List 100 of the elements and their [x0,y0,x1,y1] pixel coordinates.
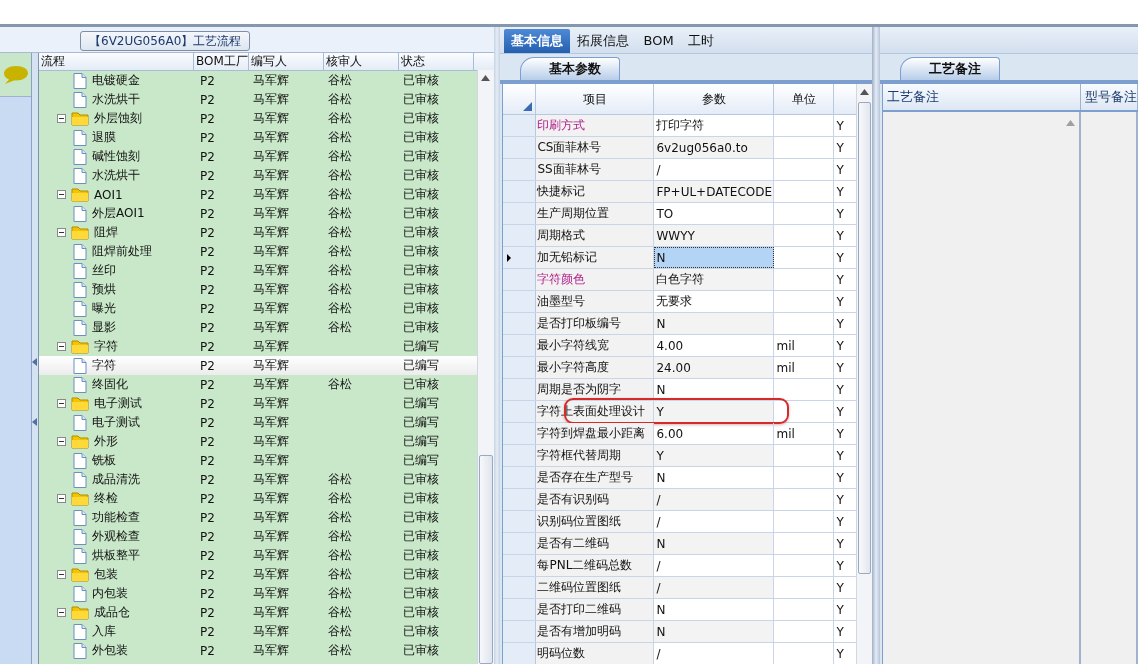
collapse-icon[interactable] [57,190,66,199]
tree-row[interactable]: 铣板 P2 马军辉 已编写 [39,451,477,470]
tree-row[interactable]: 外观检查 P2 马军辉 谷松 已审核 [39,527,477,546]
grid-row[interactable]: 加无铅标记 N Y [503,247,859,269]
scrollbar-thumb[interactable] [858,102,872,574]
grid-row[interactable]: 最小字符线宽 4.00 mil Y [503,335,859,357]
table-cell[interactable]: N [654,379,775,400]
tree-row[interactable]: 阻焊前处理 P2 马军辉 谷松 已审核 [39,242,477,261]
scroll-up-icon[interactable] [860,89,870,95]
collapse-icon[interactable] [57,570,66,579]
table-cell[interactable]: / [654,555,775,576]
grid-row[interactable]: 最小字符高度 24.00 mil Y [503,357,859,379]
column-header[interactable]: 单位 [774,84,835,114]
grid-row[interactable]: 是否有增加明码 N Y [503,621,859,643]
tree-row[interactable]: 外形 P2 马军辉 已编写 [39,432,477,451]
tree-row[interactable]: 烘板整平 P2 马军辉 谷松 已审核 [39,546,477,565]
grid-row[interactable]: 是否存在生产型号 N Y [503,467,859,489]
collapse-icon[interactable] [57,399,66,408]
tab[interactable]: 工艺备注 [900,57,1000,80]
column-header[interactable]: 项目 [536,84,655,114]
grid-row[interactable]: CS面菲林号 6v2ug056a0.to Y [503,137,859,159]
tree-row[interactable]: 电子测试 P2 马军辉 已编写 [39,413,477,432]
tree-row[interactable]: 电镀硬金 P2 马军辉 谷松 已审核 [39,71,477,90]
table-cell[interactable]: FP+UL+DATECODE [654,181,775,202]
tree-row[interactable]: 入库 P2 马军辉 谷松 已审核 [39,622,477,641]
tab[interactable]: 基本信息 [504,29,571,53]
tab[interactable]: 基本参数 [520,57,621,80]
table-cell[interactable]: N [654,533,775,554]
column-header[interactable]: 参数 [654,84,775,114]
column-header[interactable]: 状态 [399,53,474,70]
table-cell[interactable]: Y [654,401,775,422]
collapse-icon[interactable] [57,114,66,123]
grid-row[interactable]: 是否有识别码 / Y [503,489,859,511]
column-header[interactable]: 工艺备注 [883,84,1081,110]
tree-row[interactable]: 内包装 P2 马军辉 谷松 已审核 [39,584,477,603]
grid-row[interactable]: 生产周期位置 TO Y [503,203,859,225]
row-header[interactable] [503,247,537,268]
tree-row[interactable]: 外包装 P2 马军辉 谷松 已审核 [39,641,477,660]
tree-row[interactable]: 水洗烘干 P2 马军辉 谷松 已审核 [39,166,477,185]
tree-row[interactable]: 终检 P2 马军辉 谷松 已审核 [39,489,477,508]
tree-row[interactable]: 电子测试 P2 马军辉 已编写 [39,394,477,413]
scrollbar-thumb[interactable] [478,455,493,664]
grid-row[interactable]: 油墨型号 无要求 Y [503,291,859,313]
column-header[interactable]: BOM工厂 [194,53,249,70]
grid-row[interactable]: 明码位数 / Y [503,643,859,664]
table-cell[interactable]: / [654,511,775,532]
grid-row[interactable]: 是否有二维码 N Y [503,533,859,555]
tree-row[interactable]: 碱性蚀刻 P2 马军辉 谷松 已审核 [39,147,477,166]
grid-row[interactable]: 印刷方式 打印字符 Y [503,115,859,137]
table-cell[interactable]: 打印字符 [654,115,775,136]
table-cell[interactable]: WWYY [654,225,775,246]
scrollbar[interactable] [856,84,873,664]
column-header[interactable]: 流程 [39,53,194,70]
table-cell[interactable]: / [654,489,775,510]
grid-row[interactable]: 二维码位置图纸 / Y [503,577,859,599]
tab[interactable]: 工时 [680,29,721,53]
tree-row[interactable]: 成品清洗 P2 马军辉 谷松 已审核 [39,470,477,489]
table-cell[interactable]: 6v2ug056a0.to [654,137,775,158]
collapse-arrow-icon[interactable] [32,358,37,366]
tab[interactable]: 拓展信息 [570,29,637,53]
table-cell[interactable]: N [654,247,775,268]
collapse-icon[interactable] [57,437,66,446]
table-cell[interactable]: / [654,643,775,664]
speech-bubble-icon[interactable] [2,64,29,85]
column-header[interactable]: 核审人 [324,53,399,70]
table-cell[interactable]: 24.00 [654,357,775,378]
table-cell[interactable]: N [654,467,775,488]
table-cell[interactable]: 6.00 [654,423,775,444]
table-cell[interactable]: 白色字符 [654,269,775,290]
tree-row[interactable]: 退膜 P2 马军辉 谷松 已审核 [39,128,477,147]
table-cell[interactable]: N [654,621,775,642]
collapse-icon[interactable] [57,342,66,351]
tree-row[interactable]: 曝光 P2 马军辉 谷松 已审核 [39,299,477,318]
table-cell[interactable]: / [654,159,775,180]
table-cell[interactable]: Y [654,445,775,466]
tree-row[interactable]: 外层蚀刻 P2 马军辉 谷松 已审核 [39,109,477,128]
collapse-icon[interactable] [57,608,66,617]
scrollbar[interactable] [476,70,494,664]
grid-row[interactable]: 字符颜色 白色字符 Y [503,269,859,291]
collapse-icon[interactable] [57,228,66,237]
table-cell[interactable]: TO [654,203,775,224]
grid-row[interactable]: 是否打印二维码 N Y [503,599,859,621]
scroll-up-icon[interactable] [480,75,490,81]
column-header[interactable]: 型号备注 [1081,84,1138,110]
splitter-handle[interactable] [872,27,880,664]
table-cell[interactable]: 无要求 [654,291,775,312]
splitter-handle[interactable] [493,27,501,664]
grid-row[interactable]: SS面菲林号 / Y [503,159,859,181]
grid-row[interactable]: 是否打印板编号 N Y [503,313,859,335]
tab[interactable]: BOM [636,29,681,53]
tree-row[interactable]: 预烘 P2 马军辉 谷松 已审核 [39,280,477,299]
column-header[interactable]: 编写人 [249,53,324,70]
table-cell[interactable]: N [654,313,775,334]
grid-row[interactable]: 快捷标记 FP+UL+DATECODE Y [503,181,859,203]
grid-row[interactable]: 周期格式 WWYY Y [503,225,859,247]
table-cell[interactable]: 4.00 [654,335,775,356]
tree-row[interactable]: 字符 P2 马军辉 已编写 [39,356,477,375]
tree-row[interactable]: AOI1 P2 马军辉 谷松 已审核 [39,185,477,204]
tree-row[interactable]: 包装 P2 马军辉 谷松 已审核 [39,565,477,584]
tree-row[interactable]: 终固化 P2 马军辉 谷松 已审核 [39,375,477,394]
